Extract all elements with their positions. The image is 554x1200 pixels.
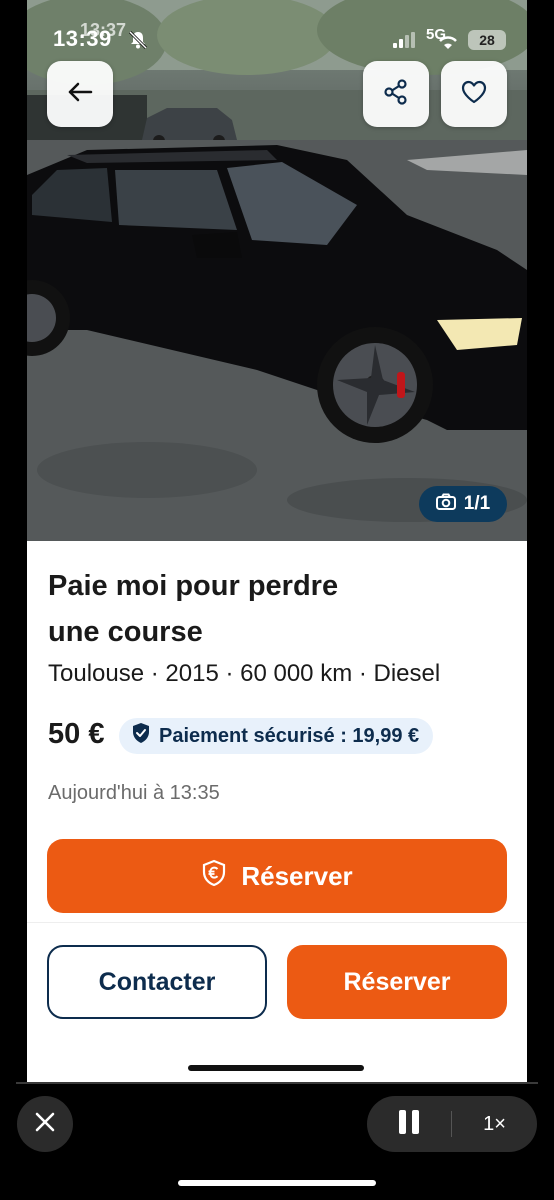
status-time: 13:39 (53, 26, 112, 51)
pause-icon (396, 1109, 422, 1139)
system-home-indicator (178, 1180, 376, 1186)
secure-payment-label: Paiement sécurisé : 19,99 € (159, 724, 420, 747)
listing-price: 50 € (48, 718, 105, 750)
divider (27, 922, 527, 923)
listing-date: Aujourd'hui à 13:35 (48, 782, 220, 804)
close-icon (34, 1111, 56, 1138)
pause-button[interactable] (367, 1096, 451, 1152)
photo-counter-label: 1/1 (463, 493, 491, 514)
share-icon (382, 78, 410, 111)
arrow-left-icon (66, 80, 94, 109)
back-button[interactable] (47, 61, 113, 127)
listing-title: Paie moi pour perdre une course (48, 563, 488, 655)
player-controls: 1× (367, 1096, 537, 1152)
euro-shield-icon (201, 859, 227, 894)
photo-counter-badge[interactable]: 1/1 (419, 486, 507, 522)
listing-title-line1: Paie moi pour perdre (48, 570, 339, 602)
playback-speed-button[interactable]: 1× (452, 1096, 537, 1152)
wifi-icon (437, 34, 459, 55)
heart-icon (460, 79, 488, 110)
signal-icon (393, 32, 415, 53)
screen: 13:37 13:39 5G 28 1/1 Paie moi pour perd… (0, 0, 554, 1200)
shield-check-icon (131, 722, 151, 750)
reserve-secondary-button[interactable]: Réserver (287, 945, 507, 1019)
listing-title-line2: une course (48, 616, 203, 648)
listing-subtitle: Toulouse · 2015 · 60 000 km · Diesel (48, 660, 441, 687)
listing-details: Paie moi pour perdre une course Toulouse… (27, 541, 527, 1082)
favorite-button[interactable] (441, 61, 507, 127)
contact-button[interactable]: Contacter (47, 945, 267, 1019)
player-progress-line (16, 1082, 538, 1084)
close-player-button[interactable] (17, 1096, 73, 1152)
home-indicator (188, 1065, 364, 1071)
camera-icon (435, 493, 456, 516)
bell-slash-icon (128, 30, 148, 55)
reserve-main-button[interactable]: Réserver (47, 839, 507, 913)
secure-payment-badge[interactable]: Paiement sécurisé : 19,99 € (119, 718, 434, 754)
share-button[interactable] (363, 61, 429, 127)
battery-indicator: 28 (468, 30, 506, 50)
reserve-main-label: Réserver (241, 860, 353, 891)
